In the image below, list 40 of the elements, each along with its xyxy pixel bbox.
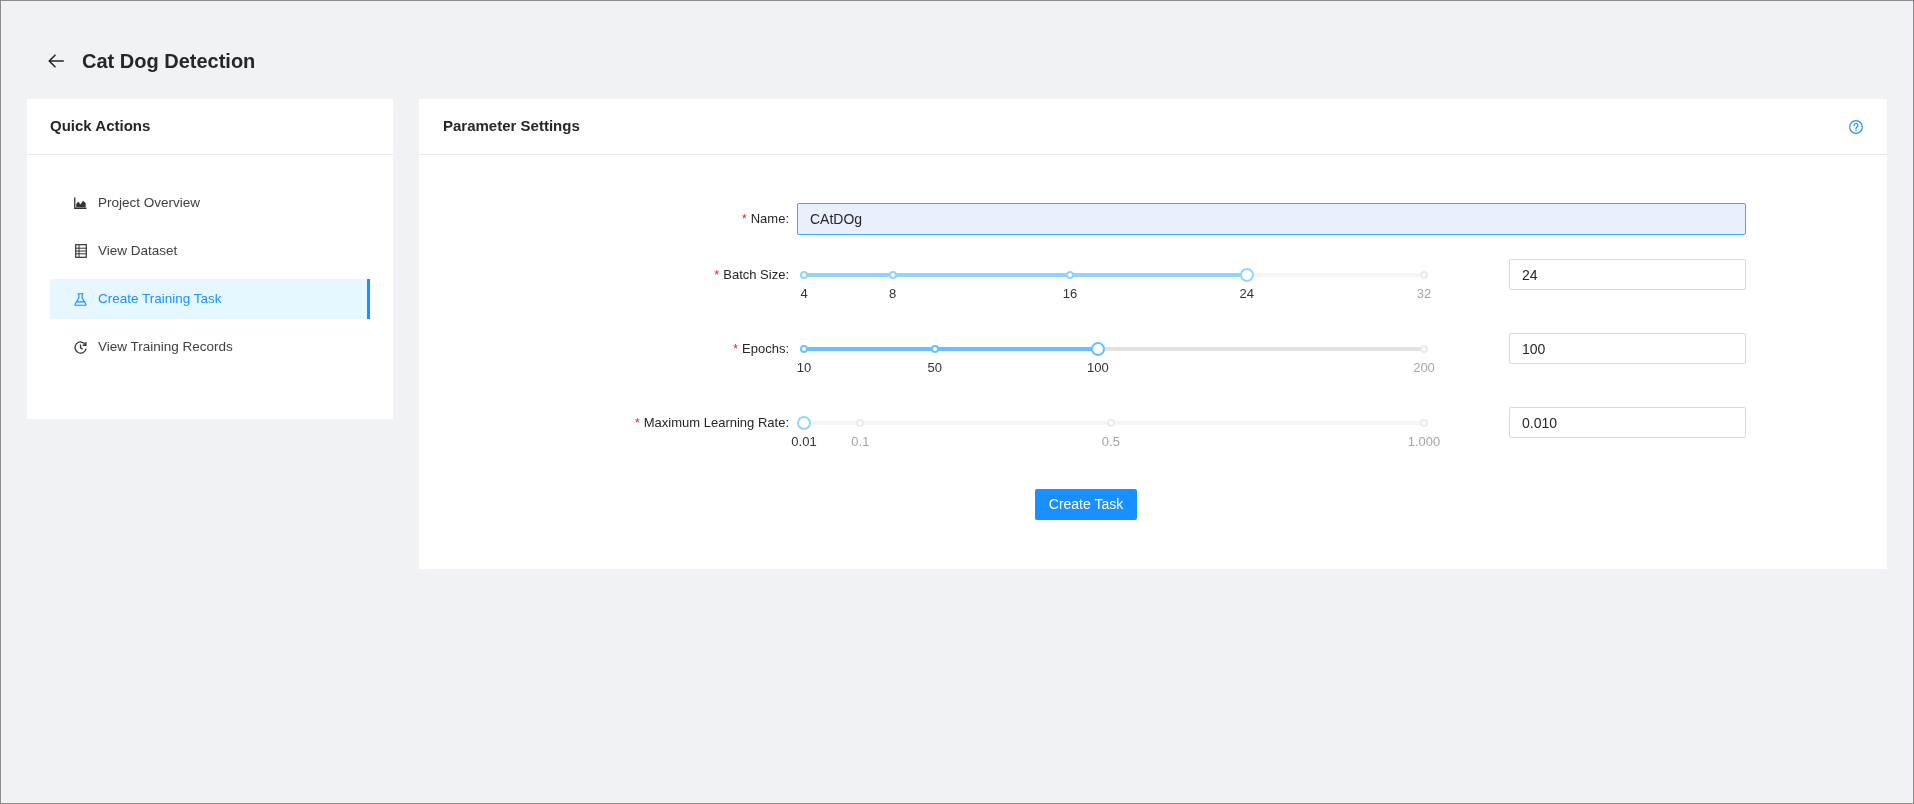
field-label: Name:: [750, 211, 789, 227]
slider-mark-label: 32: [1416, 286, 1432, 302]
slider-mark-label: 16: [1062, 286, 1078, 302]
slider-mark-label: 0.5: [1101, 434, 1120, 450]
slider-mark-label: 8: [889, 286, 897, 302]
back-arrow-icon[interactable]: [48, 54, 64, 68]
number-input[interactable]: 0.010: [1509, 407, 1746, 438]
slider-mark-label: 100: [1087, 360, 1109, 376]
card-title: Parameter Settings: [443, 116, 580, 137]
flask-icon: [74, 292, 87, 306]
slider-mark-label: 10: [796, 360, 812, 376]
table-icon: [74, 244, 87, 258]
slider-mark-label: 4: [800, 286, 808, 302]
card-title: Quick Actions: [50, 116, 151, 137]
sidebar-item[interactable]: View Training Records: [50, 327, 370, 367]
required-mark: *: [714, 266, 720, 283]
page-title: Cat Dog Detection: [82, 49, 256, 74]
slider-mark-label: 50: [927, 360, 943, 376]
number-input[interactable]: 100: [1509, 333, 1746, 364]
sidebar-item[interactable]: View Dataset: [50, 231, 370, 271]
slider-handle[interactable]: [1090, 341, 1105, 356]
sidebar-item[interactable]: Project Overview: [50, 183, 370, 223]
slider-handle[interactable]: [1239, 267, 1254, 282]
slider-mark-label: 0.1: [851, 434, 870, 450]
required-mark: *: [741, 211, 747, 227]
field-label: Maximum Learning Rate:: [643, 414, 789, 431]
history-clock-icon: [74, 340, 87, 354]
slider-mark-label: 24: [1239, 286, 1254, 302]
slider-handle[interactable]: [797, 415, 811, 430]
area-chart-icon: [74, 197, 87, 209]
name-input[interactable]: CAtDOg: [797, 203, 1746, 235]
required-mark: *: [732, 340, 738, 357]
slider-mark-label: 0.01: [791, 434, 817, 450]
number-input[interactable]: 24: [1509, 259, 1746, 290]
required-mark: *: [634, 414, 640, 431]
help-icon[interactable]: [1849, 119, 1863, 134]
slider-mark-label: 200: [1413, 360, 1435, 376]
slider-mark-label: 1.000: [1407, 434, 1441, 450]
field-label: Epochs:: [742, 340, 789, 357]
field-label: Batch Size:: [723, 266, 789, 283]
